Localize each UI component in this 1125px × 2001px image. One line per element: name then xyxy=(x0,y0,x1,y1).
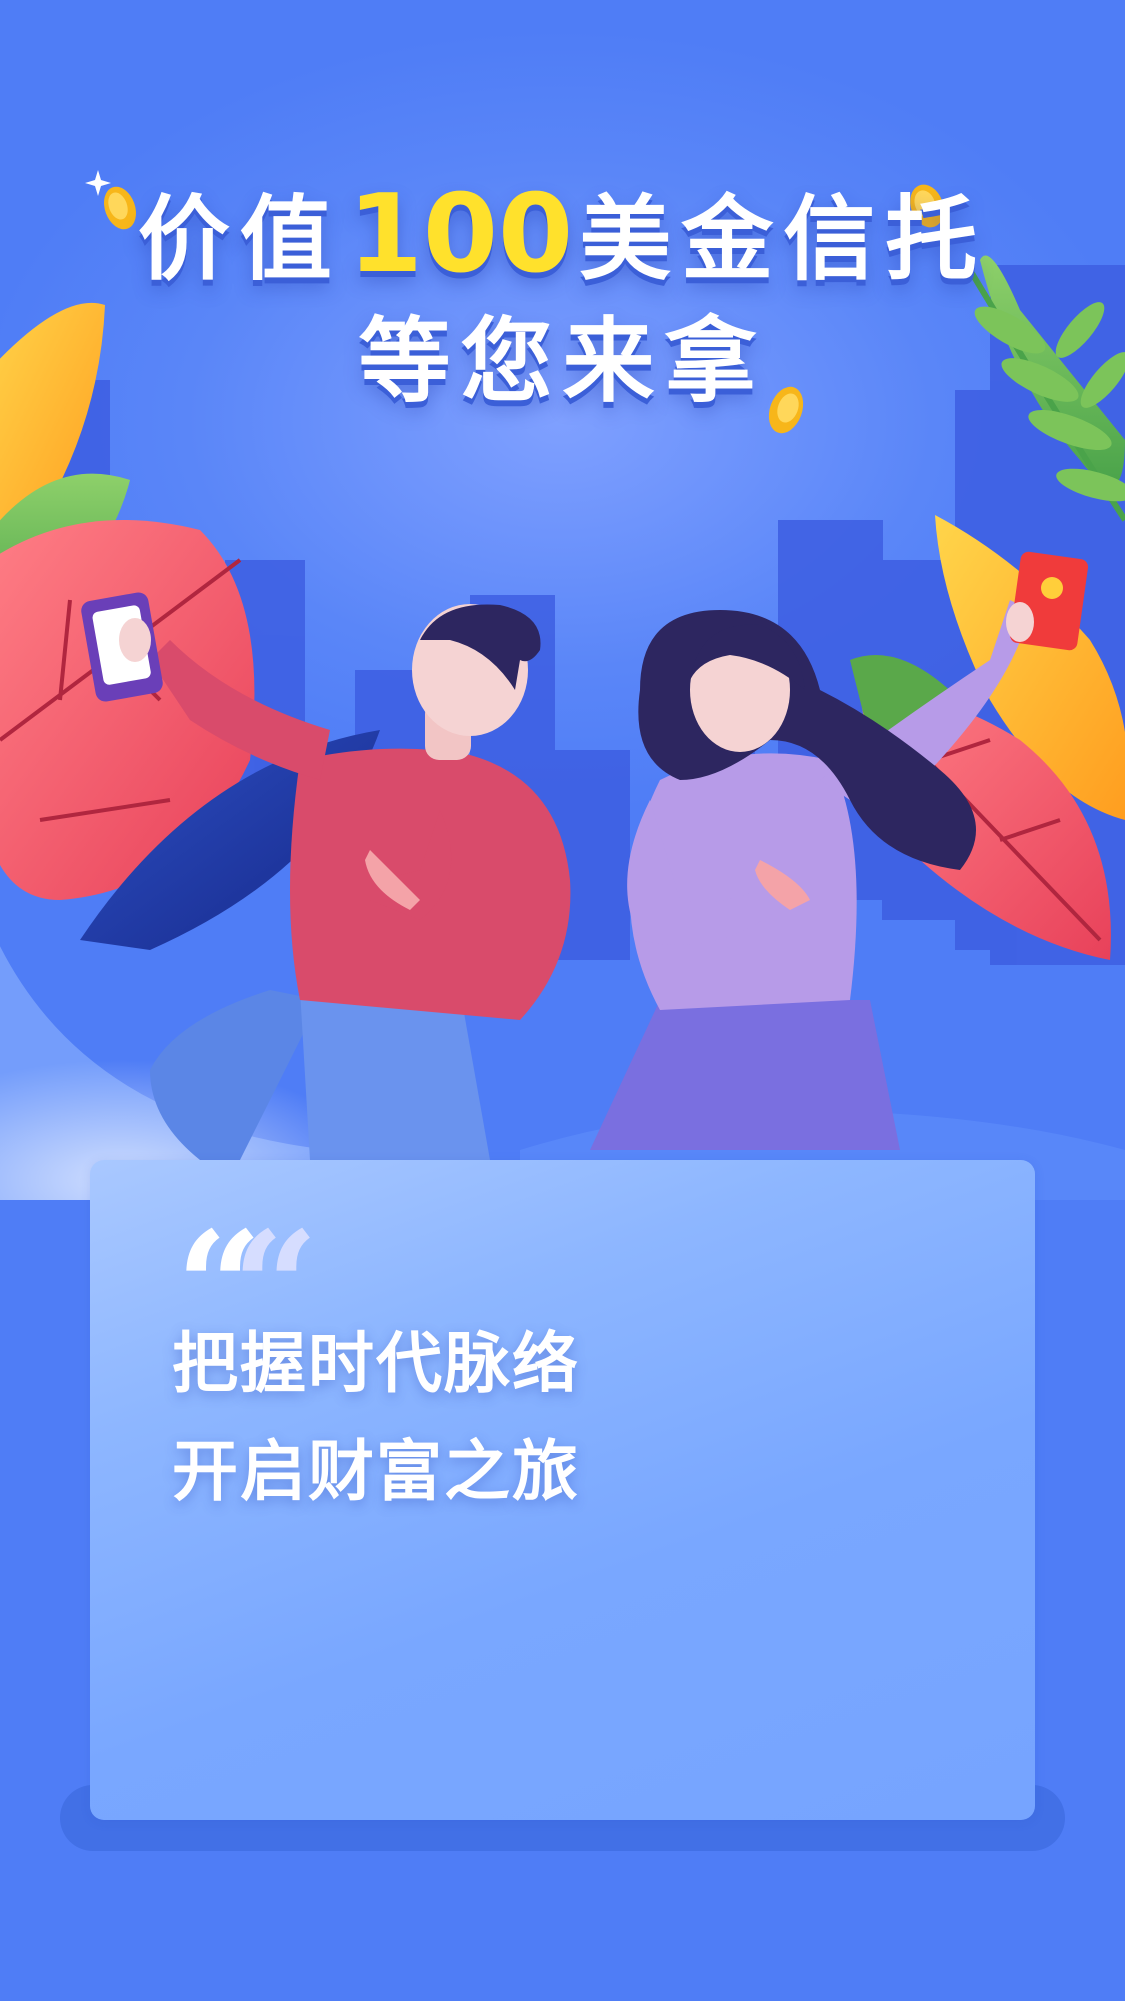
slogan-line-2: 开启财富之旅 xyxy=(172,1433,580,1510)
slogan-text: 把握时代脉络 开启财富之旅 xyxy=(172,1310,580,1526)
slogan-line-1: 把握时代脉络 xyxy=(172,1325,580,1402)
headline-line-1: 价值100美金信托 xyxy=(0,175,1125,299)
headline: 价值100美金信托 等您来拿 xyxy=(0,175,1125,421)
slogan-card: ““ 把握时代脉络 开启财富之旅 xyxy=(90,1160,1035,1820)
headline-prefix: 价值 xyxy=(137,185,342,293)
headline-suffix: 美金信托 xyxy=(579,185,988,293)
headline-amount: 100 xyxy=(347,172,574,297)
headline-line-2: 等您来拿 xyxy=(358,307,767,415)
